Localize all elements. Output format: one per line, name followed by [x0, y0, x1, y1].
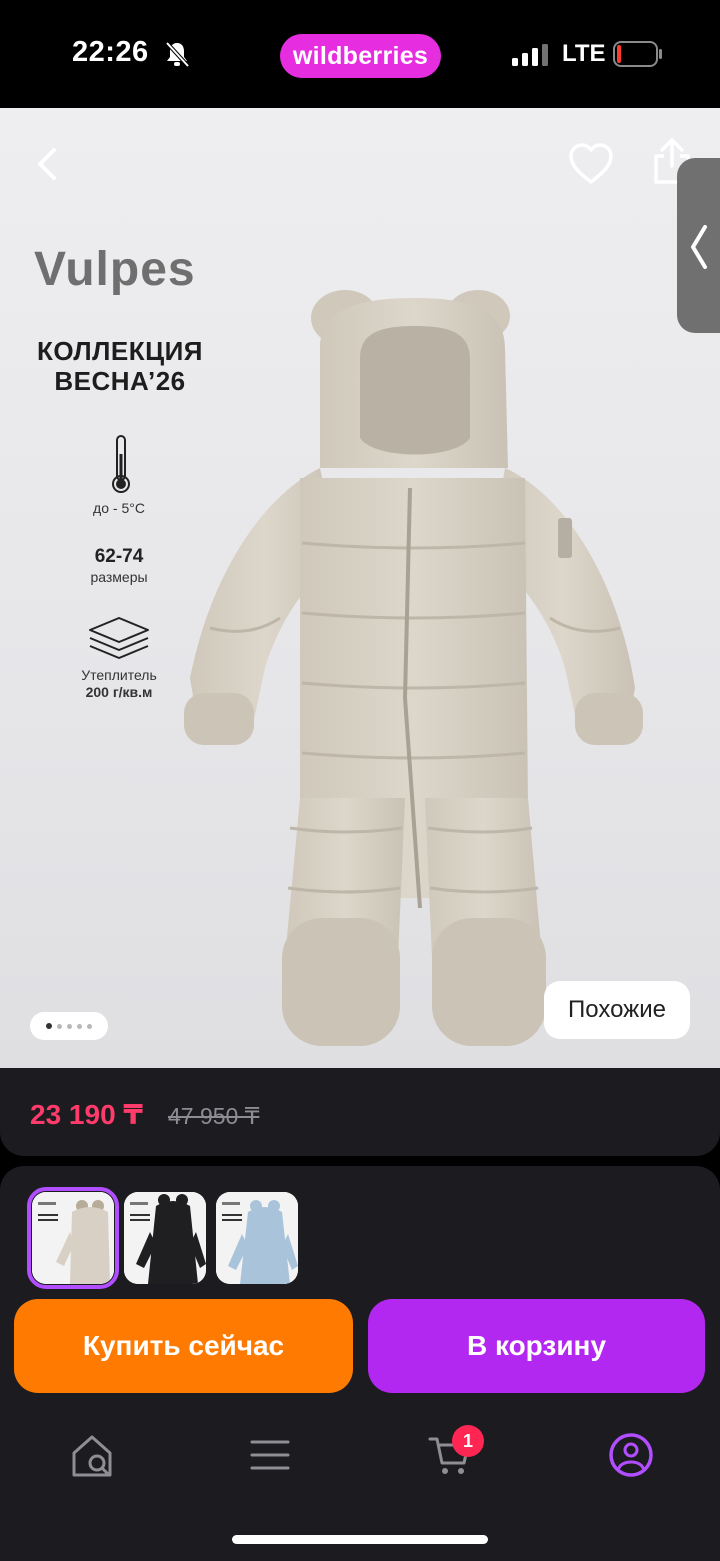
signal-icon [512, 44, 548, 66]
price-card: 23 190 ₸ 47 950 ₸ [0, 1068, 720, 1156]
current-price: 23 190 ₸ [30, 1099, 143, 1130]
battery-icon [613, 41, 662, 67]
carousel-dot [57, 1023, 62, 1029]
temperature-label: до - 5°С [93, 500, 145, 516]
similar-button[interactable]: Похожие [544, 981, 690, 1039]
chevron-left-icon [691, 225, 707, 269]
variant-blue[interactable] [216, 1192, 298, 1284]
carousel-dot [67, 1023, 72, 1029]
color-variants [0, 1166, 720, 1296]
side-panel-tab[interactable] [677, 158, 720, 333]
variant-beige[interactable] [27, 1187, 119, 1289]
size-label: размеры [90, 569, 148, 585]
home-search-icon[interactable] [70, 1433, 114, 1479]
insulation-value: 200 г/кв.м [85, 684, 153, 700]
brand-logo-pill: wildberries [280, 34, 441, 78]
snowsuit-image [184, 290, 643, 1046]
status-bar: 22:26 wildberries LTE [0, 0, 720, 108]
variant-black-thumbnail [124, 1192, 206, 1284]
product-image-carousel[interactable]: Vulpes КОЛЛЕКЦИЯ ВЕСНА’26 до - 5°С 62-74… [0, 108, 720, 1068]
network-type: LTE [562, 40, 606, 67]
status-time: 22:26 [72, 36, 149, 68]
variant-blue-thumbnail [216, 1192, 298, 1284]
thermometer-icon [112, 435, 130, 493]
carousel-dot [87, 1023, 92, 1029]
home-indicator[interactable] [232, 1535, 488, 1544]
carousel-dot-active [46, 1023, 52, 1029]
profile-icon[interactable] [608, 1432, 654, 1478]
layers-icon [89, 617, 149, 659]
size-range: 62-74 [94, 546, 144, 567]
old-price: 47 950 ₸ [168, 1103, 260, 1129]
carousel-dot [77, 1023, 82, 1029]
insulation-label: Утеплитель [81, 667, 157, 683]
add-to-cart-button[interactable]: В корзину [368, 1299, 705, 1393]
bell-slash-icon [165, 41, 190, 68]
carousel-dots [30, 1012, 108, 1040]
heart-icon[interactable] [568, 142, 614, 186]
variant-beige-thumbnail [32, 1192, 114, 1284]
variant-black[interactable] [124, 1192, 206, 1284]
action-bar: Купить сейчас В корзину [0, 1290, 720, 1405]
back-icon[interactable] [30, 144, 64, 184]
bottom-navigation: 1 [0, 1405, 720, 1561]
buy-now-button[interactable]: Купить сейчас [14, 1299, 353, 1393]
menu-icon[interactable] [250, 1438, 290, 1472]
cart-count-badge: 1 [452, 1425, 484, 1457]
